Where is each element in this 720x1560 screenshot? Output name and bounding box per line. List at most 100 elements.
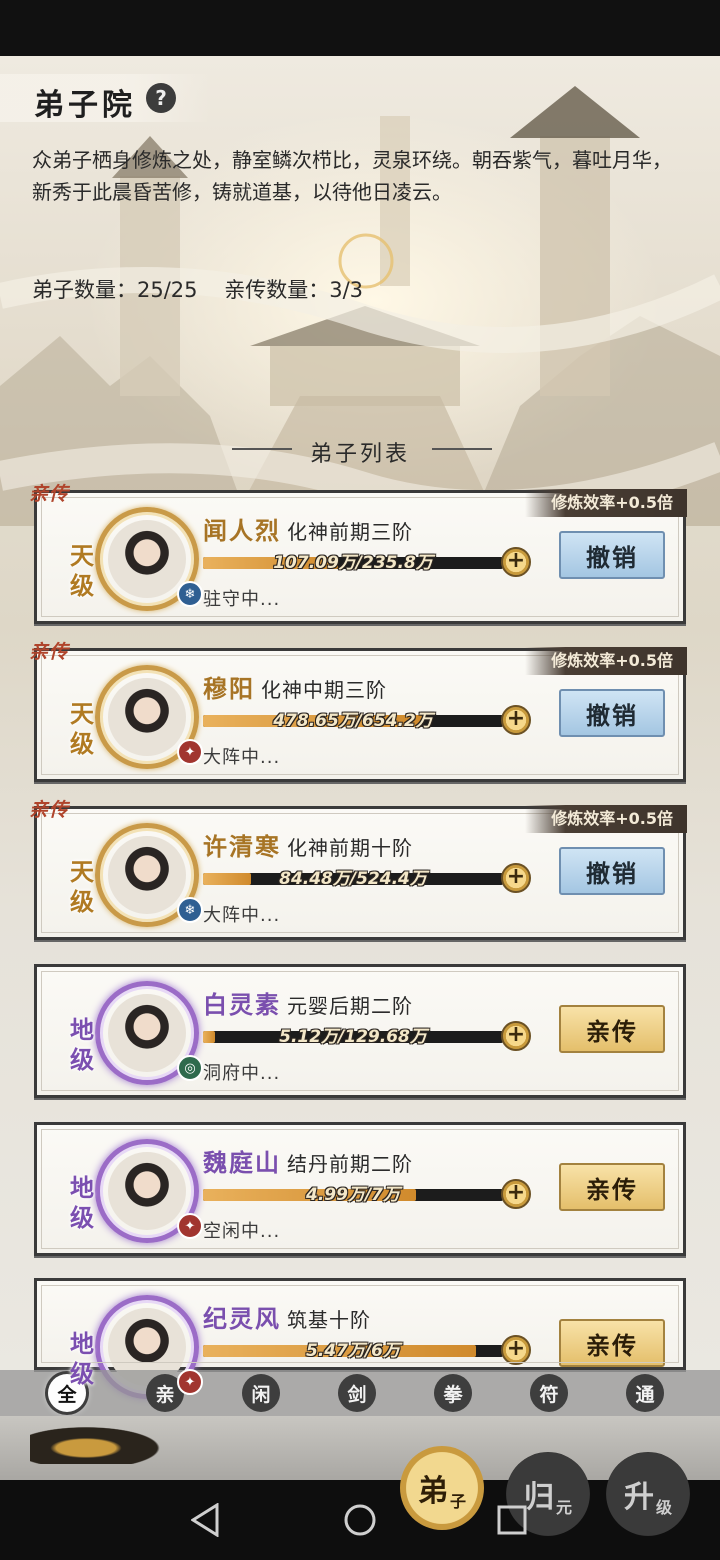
cultivation-progress-bar: 5.12万/129.68万 bbox=[203, 1027, 503, 1047]
count-summary: 弟子数量：25/25 亲传数量：3/3 bbox=[32, 274, 383, 304]
list-title: 弟子列表 bbox=[309, 442, 410, 467]
ice-element-icon: ❄ bbox=[177, 897, 203, 923]
add-cultivation-button[interactable]: + bbox=[501, 705, 531, 735]
fire-element-icon: ✦ bbox=[177, 1369, 203, 1395]
tab-disciples-sub: 子 bbox=[449, 1492, 466, 1511]
disciple-card[interactable]: 地级 ✦ 纪灵风 筑基十阶 5.47万/6万 + 亲传 bbox=[34, 1278, 686, 1399]
tab-disciples[interactable]: 弟 子 bbox=[400, 1446, 484, 1530]
add-cultivation-button[interactable]: + bbox=[501, 863, 531, 893]
ice-element-icon: ❄ bbox=[177, 581, 203, 607]
status-bar bbox=[0, 0, 720, 56]
disciple-name-text: 魏庭山 bbox=[203, 1149, 281, 1177]
disciple-name: 闻人烈 化神前期三阶 bbox=[203, 511, 413, 546]
add-cultivation-button[interactable]: + bbox=[501, 547, 531, 577]
grade-label: 天级 bbox=[70, 858, 94, 916]
disciple-count: 弟子数量：25/25 bbox=[32, 278, 198, 302]
hall-description: 众弟子栖身修炼之处，静室鳞次栉比，灵泉环绕。朝吞紫气，暮吐月华，新秀于此晨昏苦修… bbox=[32, 148, 672, 204]
cultivation-progress-bar: 478.65万/654.2万 bbox=[203, 711, 503, 731]
filter-chip[interactable]: 通 bbox=[626, 1374, 664, 1412]
page-title: 弟子院 bbox=[34, 88, 136, 123]
portrait-icon bbox=[108, 836, 186, 914]
filter-chip[interactable]: 符 bbox=[530, 1374, 568, 1412]
progress-text: 5.12万/129.68万 bbox=[279, 1027, 427, 1047]
revoke-button[interactable]: 撤销 bbox=[559, 689, 665, 737]
personal-disciple-ribbon: 亲传 bbox=[29, 483, 70, 505]
disciple-hall-screen: 弟子院 ? 众弟子栖身修炼之处，静室鳞次栉比，灵泉环绕。朝吞紫气，暮吐月华，新秀… bbox=[0, 56, 720, 1480]
add-cultivation-button[interactable]: + bbox=[501, 1335, 531, 1365]
cultivation-realm: 筑基十阶 bbox=[287, 1308, 371, 1332]
filter-chip[interactable]: 闲 bbox=[242, 1374, 280, 1412]
progress-text: 478.65万/654.2万 bbox=[273, 711, 433, 731]
cultivation-progress-bar: 107.09万/235.8万 bbox=[203, 553, 503, 573]
disciple-card[interactable]: 亲传 修炼效率+0.5倍天级 ❄ 许清寒 化神前期十阶 84.48万/524.4万 + 大阵中… bbox=[29, 799, 687, 940]
recents-icon[interactable] bbox=[492, 1500, 532, 1540]
progress-text: 107.09万/235.8万 bbox=[273, 553, 433, 573]
personal-disciple-ribbon: 亲传 bbox=[29, 799, 70, 821]
disciple-name: 白灵素 元婴后期二阶 bbox=[203, 985, 413, 1020]
tab-upgrade-sub: 级 bbox=[655, 1498, 672, 1517]
grade-label: 地级 bbox=[70, 1174, 94, 1232]
fire-element-icon: ✦ bbox=[177, 1213, 203, 1239]
disciple-name-text: 穆阳 bbox=[203, 675, 255, 703]
revoke-button[interactable]: 撤销 bbox=[559, 847, 665, 895]
disciple-card[interactable]: 亲传 修炼效率+0.5倍天级 ❄ 闻人烈 化神前期三阶 107.09万/235.8万 + 驻守… bbox=[29, 483, 687, 624]
efficiency-badge: 修炼效率+0.5倍 bbox=[525, 805, 687, 833]
title-divider-right bbox=[432, 448, 492, 450]
portrait-icon bbox=[108, 678, 186, 756]
portrait-icon bbox=[108, 520, 186, 598]
grade-label: 天级 bbox=[70, 542, 94, 600]
efficiency-badge: 修炼效率+0.5倍 bbox=[525, 647, 687, 675]
wind-element-icon: ◎ bbox=[177, 1055, 203, 1081]
tab-disciples-main: 弟 bbox=[417, 1474, 448, 1509]
disciple-status: 大阵中... bbox=[203, 747, 281, 768]
portrait-icon bbox=[108, 994, 186, 1072]
ink-decoration bbox=[30, 1424, 170, 1464]
grade-label: 地级 bbox=[70, 1016, 94, 1074]
disciple-status: 空闲中... bbox=[203, 1221, 281, 1242]
portrait-icon bbox=[108, 1152, 186, 1230]
make-personal-button[interactable]: 亲传 bbox=[559, 1319, 665, 1367]
efficiency-badge: 修炼效率+0.5倍 bbox=[525, 489, 687, 517]
disciple-name-text: 纪灵风 bbox=[203, 1305, 281, 1333]
disciple-name: 纪灵风 筑基十阶 bbox=[203, 1299, 371, 1334]
progress-text: 4.99万/7万 bbox=[306, 1185, 400, 1205]
disciple-name: 魏庭山 结丹前期二阶 bbox=[203, 1143, 413, 1178]
personal-disciple-ribbon: 亲传 bbox=[29, 641, 70, 663]
add-cultivation-button[interactable]: + bbox=[501, 1021, 531, 1051]
disciple-status: 驻守中... bbox=[203, 589, 281, 610]
grade-label: 地级 bbox=[70, 1330, 94, 1388]
disciple-name-text: 许清寒 bbox=[203, 833, 281, 861]
question-icon[interactable]: ? bbox=[146, 83, 176, 113]
add-cultivation-button[interactable]: + bbox=[501, 1179, 531, 1209]
disciple-card[interactable]: 亲传 修炼效率+0.5倍天级 ✦ 穆阳 化神中期三阶 478.65万/654.2万 + 大阵中… bbox=[29, 641, 687, 782]
cultivation-progress-bar: 5.47万/6万 bbox=[203, 1341, 503, 1361]
cultivation-realm: 化神中期三阶 bbox=[261, 678, 387, 702]
filter-chip[interactable]: 拳 bbox=[434, 1374, 472, 1412]
personal-disciple-count: 亲传数量：3/3 bbox=[224, 278, 364, 302]
tab-upgrade-main: 升 bbox=[623, 1480, 654, 1515]
disciple-status: 洞府中... bbox=[203, 1063, 281, 1084]
cultivation-progress-bar: 84.48万/524.4万 bbox=[203, 869, 503, 889]
make-personal-button[interactable]: 亲传 bbox=[559, 1005, 665, 1053]
grade-label: 天级 bbox=[70, 700, 94, 758]
make-personal-button[interactable]: 亲传 bbox=[559, 1163, 665, 1211]
disciple-name: 许清寒 化神前期十阶 bbox=[203, 827, 413, 862]
home-icon[interactable] bbox=[340, 1500, 380, 1540]
cultivation-realm: 元婴后期二阶 bbox=[287, 994, 413, 1018]
filter-chip[interactable]: 剑 bbox=[338, 1374, 376, 1412]
cultivation-realm: 结丹前期二阶 bbox=[287, 1152, 413, 1176]
disciple-card[interactable]: 地级 ✦ 魏庭山 结丹前期二阶 4.99万/7万 + 空闲中... 亲传 bbox=[34, 1122, 686, 1256]
disciple-card[interactable]: 地级 ◎ 白灵素 元婴后期二阶 5.12万/129.68万 + 洞府中... 亲传 bbox=[34, 964, 686, 1098]
disciple-status: 大阵中... bbox=[203, 905, 281, 926]
cultivation-progress-bar: 4.99万/7万 bbox=[203, 1185, 503, 1205]
cultivation-realm: 化神前期三阶 bbox=[287, 520, 413, 544]
progress-text: 84.48万/524.4万 bbox=[279, 869, 427, 889]
disciple-name-text: 白灵素 bbox=[203, 991, 281, 1019]
back-icon[interactable] bbox=[186, 1500, 226, 1540]
tab-upgrade[interactable]: 升 级 bbox=[606, 1452, 690, 1536]
revoke-button[interactable]: 撤销 bbox=[559, 531, 665, 579]
progress-text: 5.47万/6万 bbox=[306, 1341, 400, 1361]
tab-return-sub: 元 bbox=[555, 1498, 572, 1517]
disciple-name-text: 闻人烈 bbox=[203, 517, 281, 545]
fire-element-icon: ✦ bbox=[177, 739, 203, 765]
